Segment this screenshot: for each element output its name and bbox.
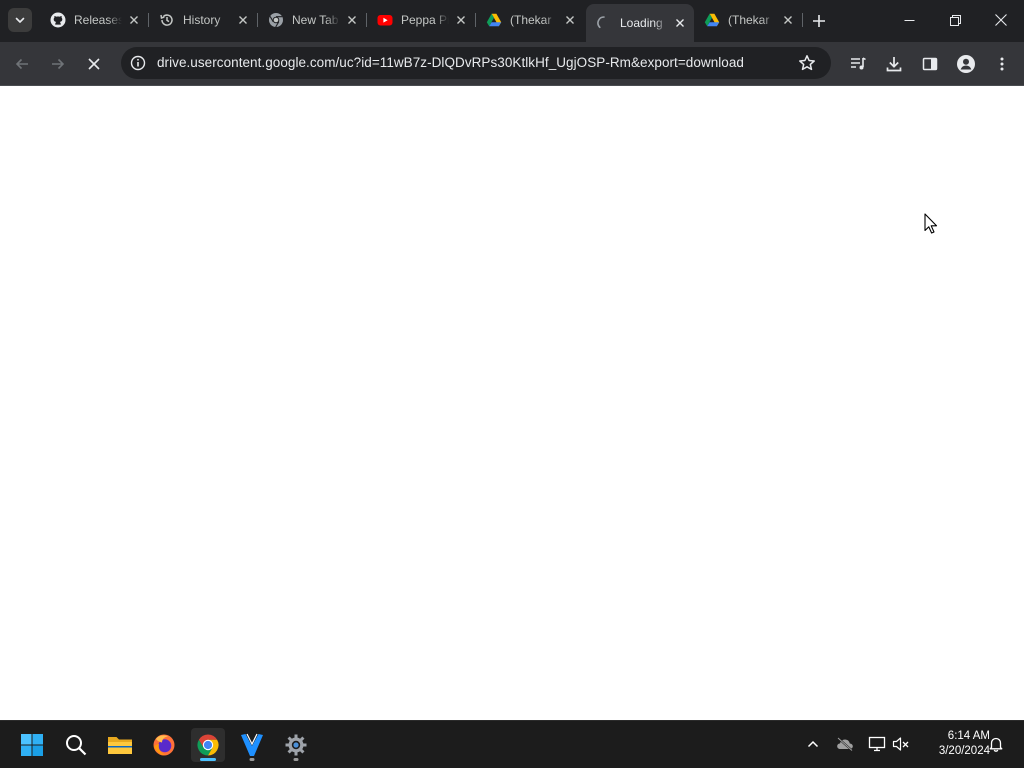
onedrive-offline-icon <box>837 737 853 751</box>
close-icon[interactable] <box>562 12 578 28</box>
taskbar-firefox[interactable] <box>147 728 181 762</box>
back-button[interactable] <box>8 50 36 78</box>
volume-tray-button[interactable] <box>890 733 912 755</box>
close-icon[interactable] <box>780 12 796 28</box>
notifications-button[interactable] <box>985 733 1007 755</box>
arrow-left-icon <box>15 58 28 70</box>
close-icon[interactable] <box>453 12 469 28</box>
running-app-indicator <box>293 758 299 761</box>
taskbar-clock[interactable]: 6:14 AM 3/20/2024 <box>916 729 990 759</box>
close-icon <box>995 14 1007 26</box>
active-app-indicator <box>200 758 216 761</box>
stop-x-icon <box>88 58 100 70</box>
tab-title: Releases <box>74 13 122 27</box>
more-vert-icon <box>1000 57 1004 71</box>
start-button[interactable] <box>15 728 49 762</box>
file-explorer-icon <box>108 737 132 754</box>
mouse-cursor-icon <box>924 213 938 234</box>
side-panel-icon <box>922 57 938 71</box>
tab-title: History <box>183 13 221 27</box>
arrow-right-icon <box>52 58 65 70</box>
tab-search-button[interactable] <box>8 8 32 32</box>
taskbar-search-button[interactable] <box>59 728 93 762</box>
loading-spinner-icon <box>596 15 612 31</box>
network-ethernet-icon <box>868 736 886 752</box>
show-hidden-icons-button[interactable] <box>802 733 824 755</box>
bookmark-star-icon[interactable] <box>797 53 817 73</box>
google-drive-icon <box>704 12 720 28</box>
downloads-button[interactable] <box>880 50 908 78</box>
tab-strip: Releases History New Tab Peppa Pig (Thek… <box>0 0 1024 42</box>
close-icon[interactable] <box>672 15 688 31</box>
windows-taskbar: 6:14 AM 3/20/2024 <box>0 720 1024 768</box>
chrome-menu-button[interactable] <box>988 50 1016 78</box>
tab-title: (Thekar <box>510 13 552 27</box>
bell-icon <box>989 737 1003 752</box>
google-drive-icon <box>486 12 502 28</box>
firefox-icon <box>153 734 175 756</box>
download-icon <box>886 57 902 72</box>
clock-date: 3/20/2024 <box>938 745 990 757</box>
tab-title: New Tab <box>292 13 339 27</box>
chrome-icon <box>268 12 284 28</box>
tab-releases[interactable]: Releases <box>40 6 148 34</box>
close-icon[interactable] <box>126 12 142 28</box>
chrome-icon <box>197 734 219 756</box>
taskbar-chrome[interactable] <box>191 728 225 762</box>
onedrive-tray-button[interactable] <box>834 733 856 755</box>
new-tab-button[interactable] <box>808 10 830 32</box>
plus-icon <box>813 15 825 27</box>
search-icon <box>66 735 87 756</box>
tab-title: Loading <box>620 16 663 30</box>
windows-start-icon <box>21 734 43 756</box>
restore-icon <box>949 14 961 26</box>
close-window-button[interactable] <box>978 0 1024 40</box>
profile-icon <box>957 55 975 73</box>
media-controls-button[interactable] <box>844 50 872 78</box>
forward-button[interactable] <box>44 50 72 78</box>
taskbar-file-explorer[interactable] <box>103 728 137 762</box>
chevron-down-icon <box>15 17 25 23</box>
taskbar-settings[interactable] <box>279 728 313 762</box>
tab-title: (Thekar <box>728 13 770 27</box>
restore-button[interactable] <box>932 0 978 40</box>
visual-studio-icon <box>241 733 263 756</box>
tab-separator <box>802 13 803 27</box>
chevron-up-icon <box>807 740 819 748</box>
tab-loading-active[interactable]: Loading <box>586 4 694 42</box>
page-content <box>0 87 1024 720</box>
address-bar[interactable]: drive.usercontent.google.com/uc?id=11wB7… <box>121 47 831 79</box>
volume-muted-icon <box>892 737 909 751</box>
browser-toolbar: drive.usercontent.google.com/uc?id=11wB7… <box>0 42 1024 86</box>
tab-peppa-pig[interactable]: Peppa Pig <box>367 6 475 34</box>
media-queue-icon <box>851 57 866 70</box>
tab-new-tab[interactable]: New Tab <box>258 6 366 34</box>
url-text[interactable]: drive.usercontent.google.com/uc?id=11wB7… <box>157 55 744 70</box>
running-app-indicator <box>249 758 255 761</box>
tab-history[interactable]: History <box>149 6 257 34</box>
taskbar-visual-studio[interactable] <box>235 728 269 762</box>
minimize-button[interactable] <box>886 0 932 40</box>
github-icon <box>50 12 66 28</box>
profile-button[interactable] <box>952 50 980 78</box>
settings-icon <box>285 734 307 756</box>
side-panel-button[interactable] <box>916 50 944 78</box>
tab-title: Peppa Pig <box>401 13 449 27</box>
tab-drive-1[interactable]: (Thekar <box>476 6 584 34</box>
close-icon[interactable] <box>344 12 360 28</box>
stop-loading-button[interactable] <box>80 50 108 78</box>
history-icon <box>159 12 175 28</box>
youtube-icon <box>377 12 393 28</box>
tab-drive-2[interactable]: (Thekar <box>694 6 802 34</box>
minimize-icon <box>904 19 914 21</box>
network-tray-button[interactable] <box>866 733 888 755</box>
close-icon[interactable] <box>235 12 251 28</box>
clock-time: 6:14 AM <box>947 730 990 742</box>
site-info-icon[interactable] <box>129 54 147 72</box>
